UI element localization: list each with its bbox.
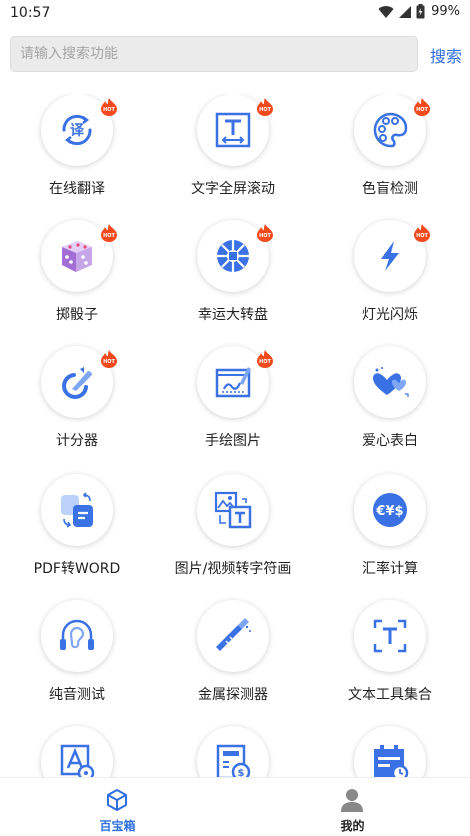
tool-label: 幸运大转盘 xyxy=(198,307,268,323)
image-to-text-icon xyxy=(212,489,254,531)
wheel-icon xyxy=(212,235,254,277)
pdf-convert-icon xyxy=(56,489,98,531)
headphones-icon xyxy=(56,615,98,657)
tool-label: PDF转WORD xyxy=(33,561,121,577)
svg-text:$: $ xyxy=(238,768,245,777)
battery-icon xyxy=(416,4,425,19)
svg-text:HOT: HOT xyxy=(259,233,271,239)
tool-item[interactable]: 译 HOT 在线翻译 xyxy=(2,94,152,214)
user-icon xyxy=(341,789,363,812)
calendar-icon xyxy=(369,741,411,777)
tool-item[interactable]: HOT 手绘图片 xyxy=(158,346,308,466)
tab-bar: 百宝箱 我的 xyxy=(0,777,470,836)
tool-item[interactable]: 图片/视频转字符画 xyxy=(158,474,308,594)
search-bar: 搜索 xyxy=(10,36,462,72)
tool-item[interactable]: HOT 灯光闪烁 xyxy=(315,220,465,340)
tool-label: 汇率计算 xyxy=(362,561,418,577)
tool-label: 文字全屏滚动 xyxy=(191,181,275,197)
tool-label: 在线翻译 xyxy=(49,181,105,197)
tool-item[interactable]: 金属探测器 xyxy=(158,600,308,720)
tool-label: 计分器 xyxy=(56,433,98,449)
battery-percent: 99% xyxy=(431,4,460,19)
hearts-icon xyxy=(369,361,411,403)
hot-badge-icon: HOT xyxy=(100,224,118,242)
cube-icon xyxy=(107,789,127,811)
tool-label: 手绘图片 xyxy=(205,433,261,449)
lightning-icon xyxy=(369,235,411,277)
tool-icon-button[interactable] xyxy=(197,600,269,672)
svg-text:HOT: HOT xyxy=(103,359,115,365)
wifi-icon xyxy=(378,5,394,18)
tab-toolbox-label: 百宝箱 xyxy=(99,819,136,833)
tool-item[interactable]: PDF转WORD xyxy=(2,474,152,594)
tool-label: 灯光闪烁 xyxy=(362,307,418,323)
tab-toolbox[interactable]: 百宝箱 xyxy=(0,778,235,836)
tool-item[interactable]: 爱心表白 xyxy=(315,346,465,466)
hot-badge-icon: HOT xyxy=(413,98,431,116)
tool-label: 文本工具集合 xyxy=(348,687,432,703)
svg-text:HOT: HOT xyxy=(103,107,115,113)
hot-badge-icon: HOT xyxy=(256,98,274,116)
search-box[interactable] xyxy=(10,36,418,72)
tool-item[interactable]: €¥$ 汇率计算 xyxy=(315,474,465,594)
hot-badge-icon: HOT xyxy=(256,350,274,368)
status-bar: 10:57 99% xyxy=(0,0,470,28)
tool-icon-button[interactable] xyxy=(354,726,426,777)
svg-text:HOT: HOT xyxy=(416,233,428,239)
tool-item[interactable]: 纯音测试 xyxy=(2,600,152,720)
signal-icon xyxy=(399,5,412,18)
tool-icon-button[interactable] xyxy=(354,346,426,418)
text-tools-icon xyxy=(369,615,411,657)
hot-badge-icon: HOT xyxy=(100,350,118,368)
bill-calculator-icon: $ xyxy=(212,741,254,777)
tool-grid: 译 HOT 在线翻译 HOT 文字全屏滚动 HOT 色盲检测 HOT 掷骰子 HOT 幸运大转盘 HO… xyxy=(0,94,470,777)
tool-item[interactable]: HOT 文字全屏滚动 xyxy=(158,94,308,214)
tool-icon-button[interactable] xyxy=(197,474,269,546)
dice-icon xyxy=(56,235,98,277)
svg-text:HOT: HOT xyxy=(416,107,428,113)
tool-icon-button[interactable]: $ xyxy=(197,726,269,777)
svg-text:HOT: HOT xyxy=(103,233,115,239)
tool-item[interactable]: HOT 幸运大转盘 xyxy=(158,220,308,340)
search-input[interactable] xyxy=(11,37,417,71)
tool-icon-button[interactable] xyxy=(41,600,113,672)
svg-text:HOT: HOT xyxy=(259,359,271,365)
tool-label: 色盲检测 xyxy=(362,181,418,197)
tab-mine-label: 我的 xyxy=(340,819,365,833)
tool-label: 掷骰子 xyxy=(56,307,98,323)
palette-icon xyxy=(369,109,411,151)
svg-text:€¥$: €¥$ xyxy=(375,504,403,519)
tool-icon-button[interactable] xyxy=(41,726,113,777)
svg-text:HOT: HOT xyxy=(259,107,271,113)
tool-label: 图片/视频转字符画 xyxy=(174,561,292,577)
tool-item[interactable] xyxy=(315,726,465,777)
svg-text:译: 译 xyxy=(70,123,85,139)
tool-label: 金属探测器 xyxy=(198,687,268,703)
tool-icon-button[interactable]: €¥$ xyxy=(354,474,426,546)
drawing-icon xyxy=(212,361,254,403)
status-icons: 99% xyxy=(378,4,460,19)
search-button[interactable]: 搜索 xyxy=(430,43,462,67)
tool-item[interactable]: 文本工具集合 xyxy=(315,600,465,720)
tool-item[interactable]: HOT 色盲检测 xyxy=(315,94,465,214)
tool-item[interactable] xyxy=(2,726,152,777)
tool-label: 纯音测试 xyxy=(49,687,105,703)
tool-icon-button[interactable] xyxy=(41,474,113,546)
tool-icon-button[interactable] xyxy=(354,600,426,672)
text-scroll-icon xyxy=(212,109,254,151)
tool-item[interactable]: HOT 掷骰子 xyxy=(2,220,152,340)
hot-badge-icon: HOT xyxy=(256,224,274,242)
font-settings-icon xyxy=(56,741,98,777)
tool-label: 爱心表白 xyxy=(362,433,418,449)
hot-badge-icon: HOT xyxy=(100,98,118,116)
score-icon xyxy=(56,361,98,403)
status-time: 10:57 xyxy=(10,5,51,21)
currency-icon: €¥$ xyxy=(369,489,411,531)
tab-mine[interactable]: 我的 xyxy=(235,778,470,836)
tool-item[interactable]: HOT 计分器 xyxy=(2,346,152,466)
tool-item[interactable]: $ xyxy=(158,726,308,777)
translate-icon: 译 xyxy=(56,109,98,151)
metal-detector-icon xyxy=(212,615,254,657)
hot-badge-icon: HOT xyxy=(413,224,431,242)
